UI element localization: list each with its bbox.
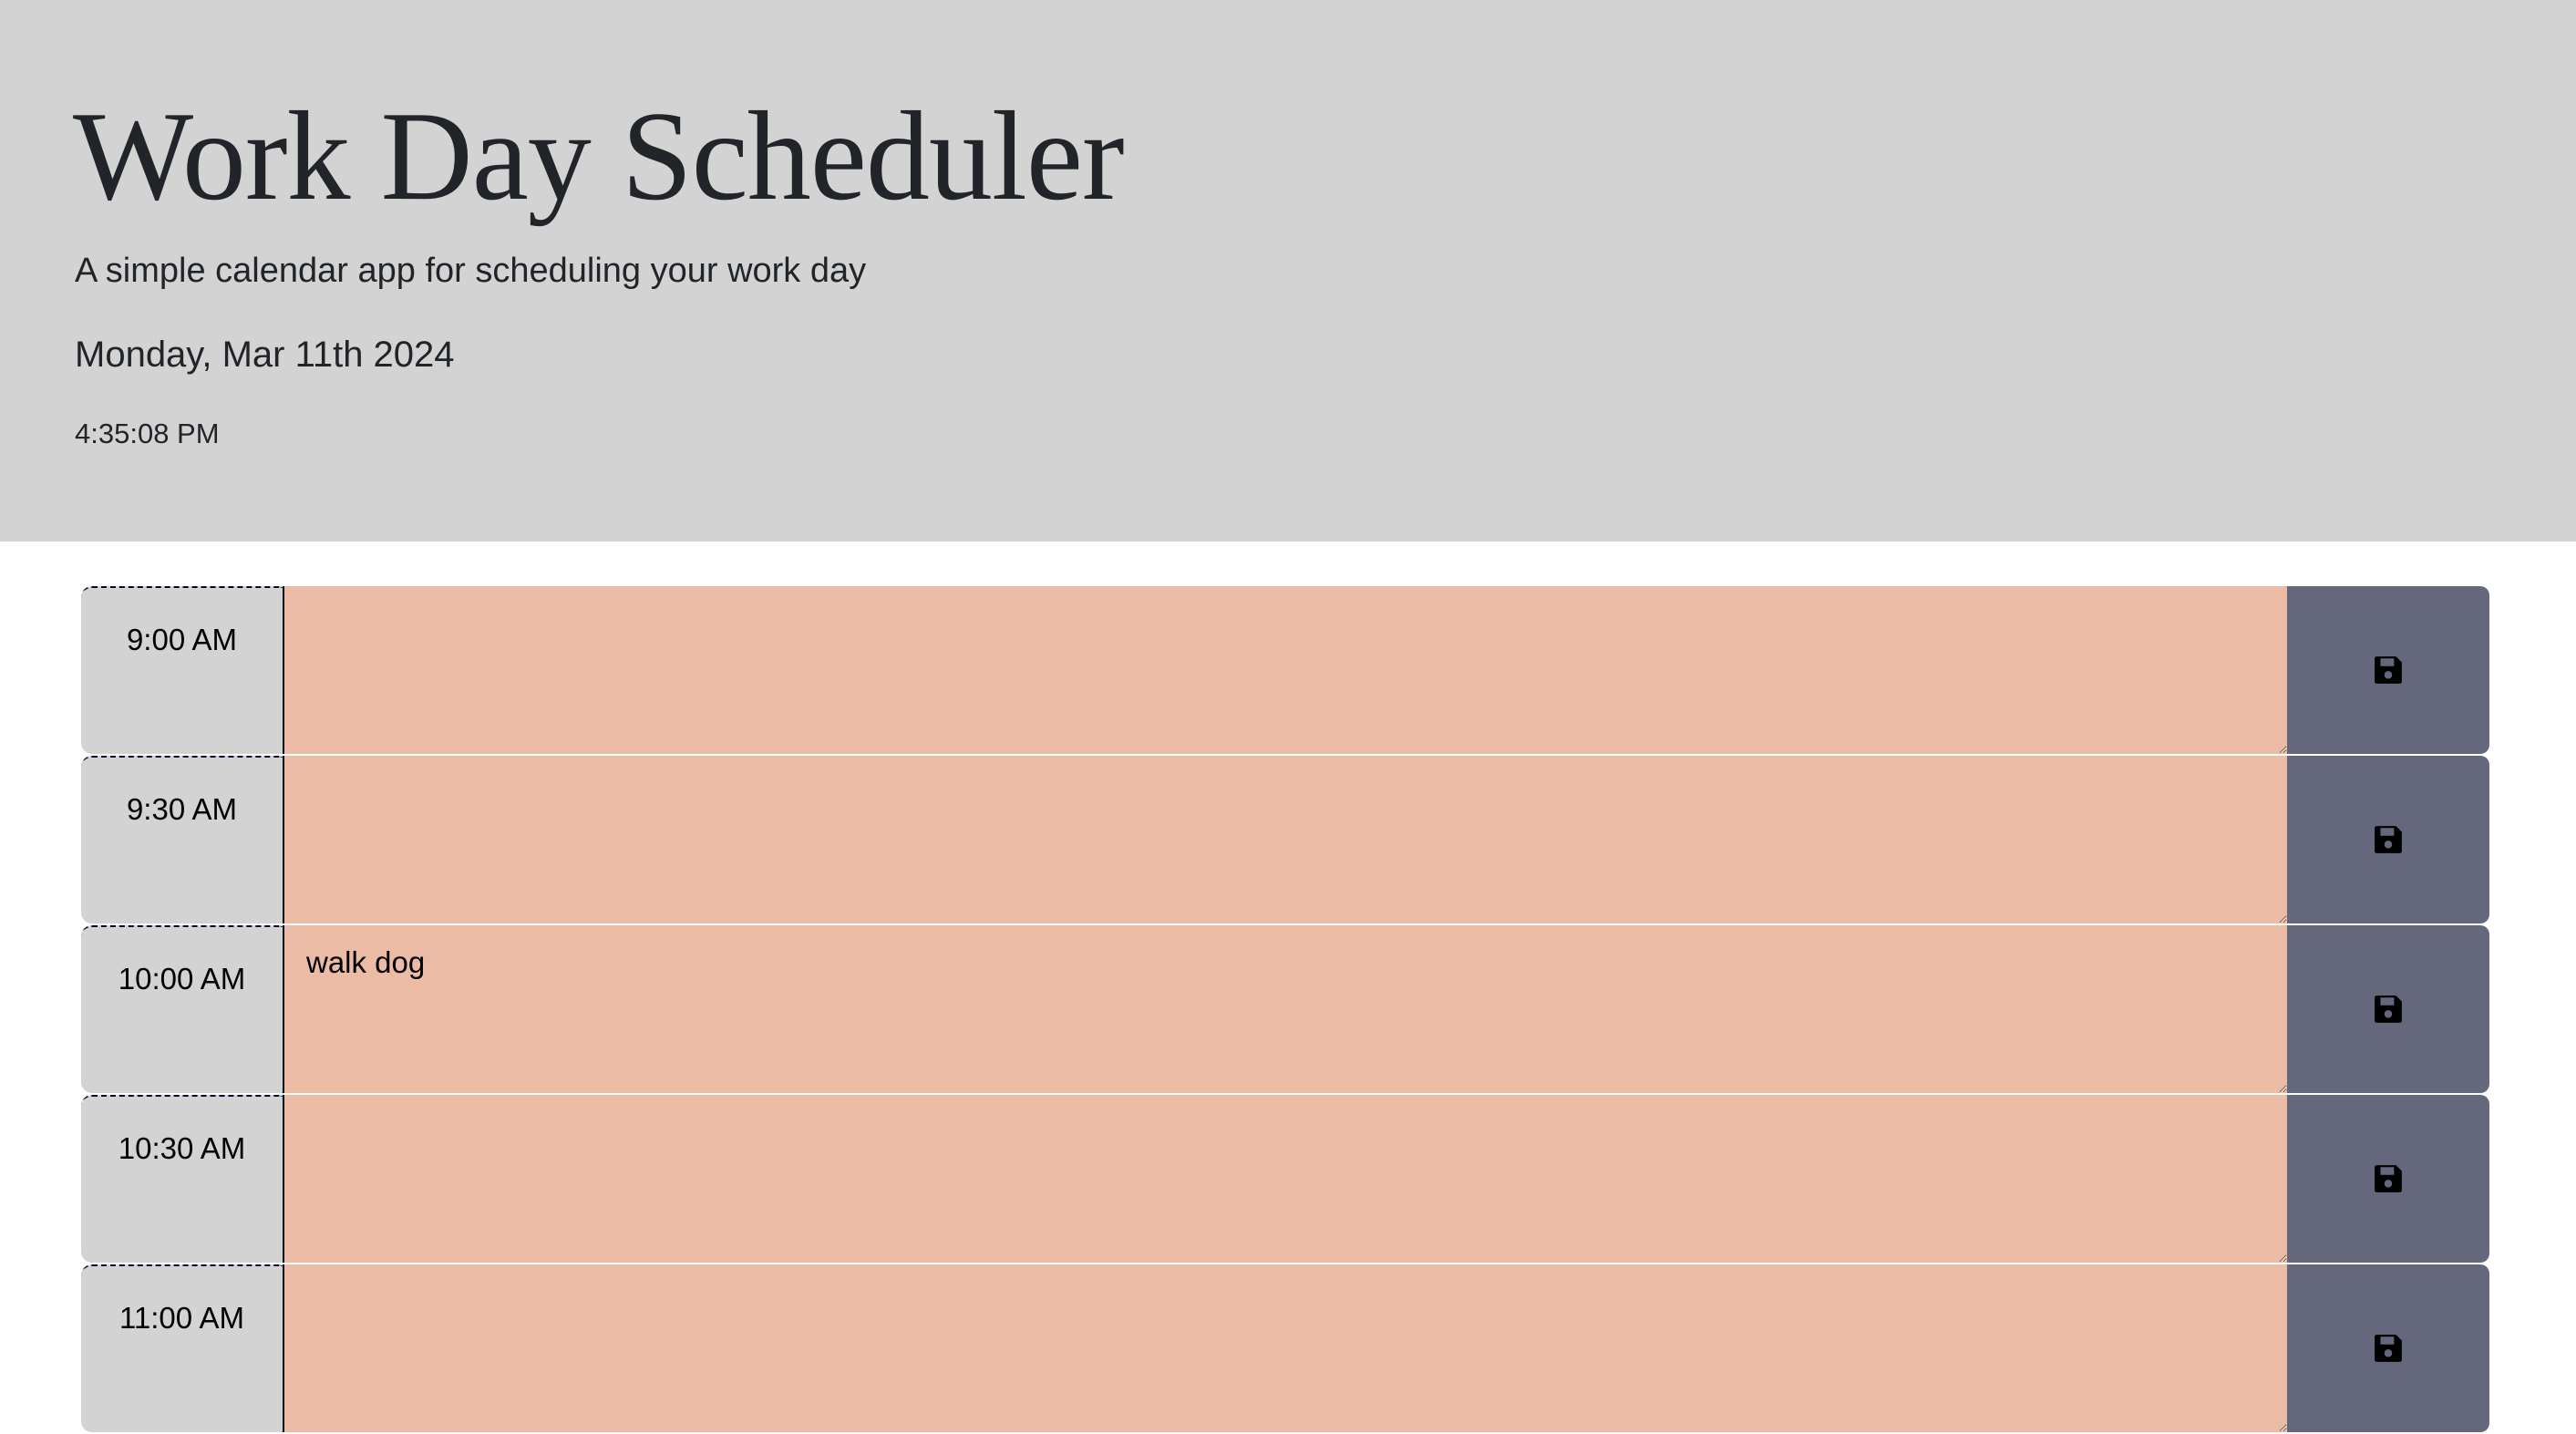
event-description-input[interactable] (283, 1095, 2287, 1263)
floppy-disk-icon (2373, 655, 2404, 686)
page-subtitle: A simple calendar app for scheduling you… (75, 252, 867, 290)
event-description-input[interactable] (283, 756, 2287, 923)
time-block-list: 9:00 AM 9:30 AM 10:00 AM walk dog 10:30 … (81, 586, 2489, 1434)
floppy-disk-icon (2373, 1333, 2404, 1364)
event-description-input[interactable] (283, 1264, 2287, 1432)
current-time: 4:35:08 PM (75, 418, 220, 449)
time-block-row: 10:30 AM (81, 1095, 2489, 1263)
save-button[interactable] (2287, 925, 2489, 1093)
hour-label: 9:30 AM (81, 756, 283, 923)
current-date: Monday, Mar 11th 2024 (75, 335, 455, 375)
time-block-row: 9:00 AM (81, 586, 2489, 754)
page-title: Work Day Scheduler (73, 86, 1125, 227)
floppy-disk-icon (2373, 824, 2404, 855)
floppy-disk-icon (2373, 994, 2404, 1025)
hour-label: 10:00 AM (81, 925, 283, 1093)
event-description-input[interactable]: walk dog (283, 925, 2287, 1093)
time-block-row: 10:00 AM walk dog (81, 925, 2489, 1093)
hour-label: 9:00 AM (81, 586, 283, 754)
floppy-disk-icon (2373, 1163, 2404, 1194)
time-block-row: 11:00 AM (81, 1264, 2489, 1432)
save-button[interactable] (2287, 756, 2489, 923)
hour-label: 11:00 AM (81, 1264, 283, 1432)
jumbotron-header: Work Day Scheduler A simple calendar app… (0, 0, 2576, 542)
save-button[interactable] (2287, 1264, 2489, 1432)
save-button[interactable] (2287, 586, 2489, 754)
save-button[interactable] (2287, 1095, 2489, 1263)
hour-label: 10:30 AM (81, 1095, 283, 1263)
event-description-input[interactable] (283, 586, 2287, 754)
time-block-row: 9:30 AM (81, 756, 2489, 923)
